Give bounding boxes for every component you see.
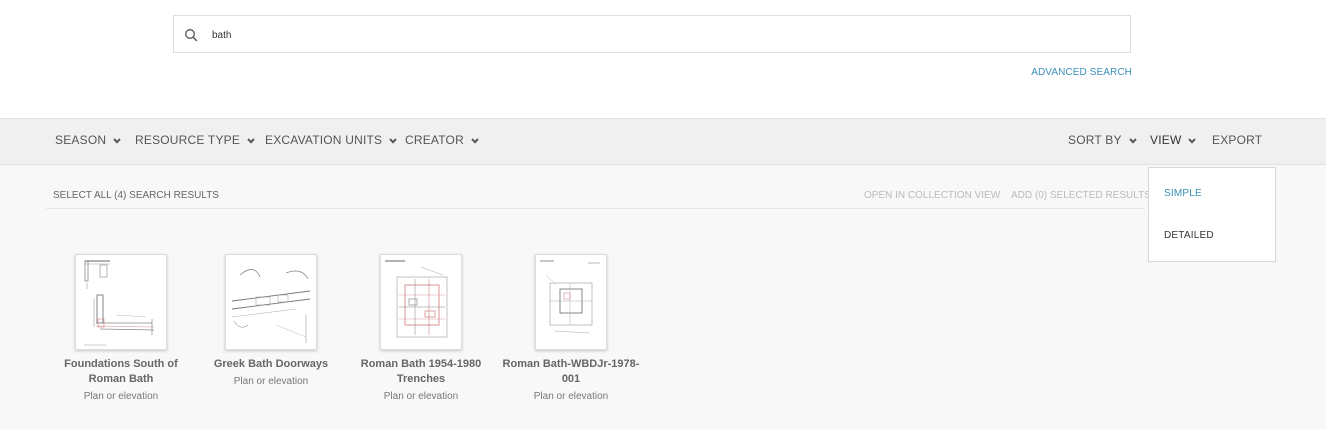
export-label: EXPORT bbox=[1212, 133, 1263, 147]
export-button[interactable]: EXPORT bbox=[1212, 133, 1262, 147]
result-card[interactable]: Foundations South of Roman Bath Plan or … bbox=[47, 254, 195, 402]
filter-season[interactable]: SEASON bbox=[55, 133, 121, 147]
view-dropdown-menu: SIMPLE DETAILED bbox=[1148, 167, 1276, 262]
filter-creator-label: CREATOR bbox=[405, 133, 464, 147]
result-title[interactable]: Greek Bath Doorways bbox=[197, 357, 345, 372]
plan-drawing-image bbox=[385, 260, 448, 338]
result-type: Plan or elevation bbox=[383, 391, 459, 402]
view-option-simple[interactable]: SIMPLE bbox=[1164, 188, 1202, 199]
chevron-down-icon bbox=[247, 138, 255, 144]
results-area: SELECT ALL (4) SEARCH RESULTS OPEN IN CO… bbox=[0, 165, 1326, 429]
result-card[interactable]: Roman Bath-WBDJr-1978-001 Plan or elevat… bbox=[497, 254, 645, 402]
view-label: VIEW bbox=[1150, 133, 1182, 147]
result-card[interactable]: Roman Bath 1954-1980 Trenches Plan or el… bbox=[347, 254, 495, 402]
view-button[interactable]: VIEW bbox=[1150, 133, 1197, 147]
add-selected-button[interactable]: ADD (0) SELECTED RESULTS TO bbox=[1011, 190, 1148, 201]
filter-excavation-units[interactable]: EXCAVATION UNITS bbox=[265, 133, 397, 147]
search-input[interactable] bbox=[212, 24, 1092, 46]
search-box[interactable] bbox=[173, 15, 1131, 53]
sort-by-label: SORT BY bbox=[1068, 133, 1122, 147]
divider bbox=[46, 208, 1145, 209]
result-type: Plan or elevation bbox=[83, 391, 159, 402]
chevron-down-icon bbox=[471, 138, 479, 144]
result-title[interactable]: Foundations South of Roman Bath bbox=[47, 357, 195, 387]
open-collection-view-button[interactable]: OPEN IN COLLECTION VIEW bbox=[864, 190, 1000, 201]
select-all-results[interactable]: SELECT ALL (4) SEARCH RESULTS bbox=[53, 190, 219, 201]
filter-resource-type-label: RESOURCE TYPE bbox=[135, 133, 241, 147]
result-card[interactable]: Greek Bath Doorways Plan or elevation bbox=[197, 254, 345, 387]
result-type: Plan or elevation bbox=[233, 376, 309, 387]
filter-season-label: SEASON bbox=[55, 133, 107, 147]
chevron-down-icon bbox=[113, 138, 121, 144]
result-thumbnail[interactable] bbox=[75, 254, 167, 350]
view-option-detailed[interactable]: DETAILED bbox=[1164, 230, 1214, 241]
plan-drawing-image bbox=[84, 260, 155, 346]
plan-drawing-image bbox=[231, 269, 311, 343]
chevron-down-icon bbox=[1128, 138, 1137, 144]
chevron-down-icon bbox=[389, 138, 397, 144]
result-title[interactable]: Roman Bath 1954-1980 Trenches bbox=[347, 357, 495, 387]
result-title[interactable]: Roman Bath-WBDJr-1978-001 bbox=[497, 357, 645, 387]
result-thumbnail[interactable] bbox=[535, 254, 607, 350]
filter-excavation-units-label: EXCAVATION UNITS bbox=[265, 133, 383, 147]
result-thumbnail[interactable] bbox=[225, 254, 317, 350]
filter-bar: SEASON RESOURCE TYPE EXCAVATION UNITS CR… bbox=[0, 118, 1326, 165]
filter-resource-type[interactable]: RESOURCE TYPE bbox=[135, 133, 255, 147]
sort-by-button[interactable]: SORT BY bbox=[1068, 133, 1137, 147]
plan-drawing-image bbox=[540, 260, 600, 334]
filter-creator[interactable]: CREATOR bbox=[405, 133, 479, 147]
result-thumbnail[interactable] bbox=[380, 254, 462, 350]
chevron-down-icon bbox=[1188, 138, 1197, 144]
result-type: Plan or elevation bbox=[533, 391, 609, 402]
advanced-search-link[interactable]: ADVANCED SEARCH bbox=[1031, 67, 1132, 78]
search-icon bbox=[185, 29, 198, 42]
